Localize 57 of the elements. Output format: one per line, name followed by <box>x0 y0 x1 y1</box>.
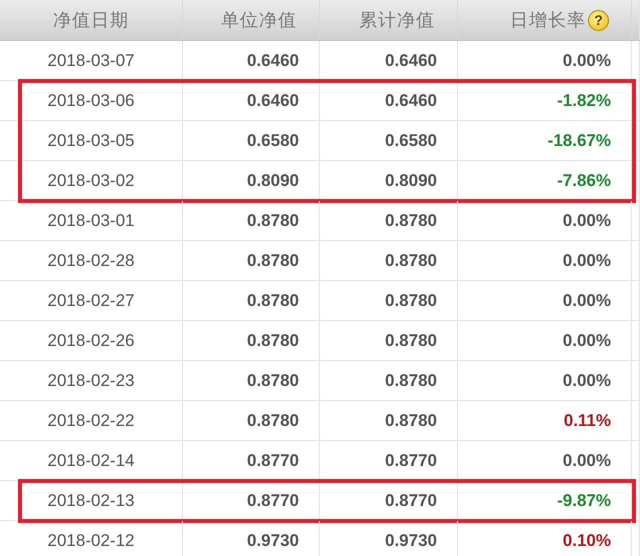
table-cell: 0.8780 <box>385 210 437 230</box>
table-cell: 0.8780 <box>385 370 437 390</box>
table-cell: 2018-03-06 <box>48 90 134 110</box>
table-cell: 0.8780 <box>385 290 437 310</box>
table-cell: 0.8780 <box>385 410 437 430</box>
table-cell: 2018-02-22 <box>48 410 134 430</box>
table-cell: 0.00% <box>562 450 611 470</box>
table-cell: 0.8780 <box>247 250 299 270</box>
table-cell: 0.00% <box>562 250 611 270</box>
table-cell: 2018-02-13 <box>48 490 134 510</box>
table-cell: 0.6460 <box>247 90 299 110</box>
column-header[interactable]: 累计净值 <box>359 8 435 32</box>
table-cell: 0.9730 <box>247 530 299 550</box>
table-cell: 0.8780 <box>385 330 437 350</box>
table-cell: 0.8780 <box>247 330 299 350</box>
table-cell: 0.6460 <box>385 90 437 110</box>
table-cell: 0.00% <box>562 330 611 350</box>
table-cell: 0.6580 <box>247 130 299 150</box>
table-cell: 0.8780 <box>247 210 299 230</box>
column-header[interactable]: 日增长率 <box>510 8 586 32</box>
table-cell: 2018-03-05 <box>48 130 134 150</box>
table-cell: 2018-02-26 <box>48 330 134 350</box>
table-cell: 2018-03-02 <box>48 170 134 190</box>
table-cell: 0.8770 <box>385 450 437 470</box>
table-cell: 0.8090 <box>247 170 299 190</box>
table-cell: 0.10% <box>562 530 611 550</box>
table-cell: 0.00% <box>562 50 611 70</box>
table-cell: 0.00% <box>562 210 611 230</box>
table-cell: -1.82% <box>557 90 611 110</box>
table-cell: 2018-02-12 <box>48 530 134 550</box>
table-cell: 0.00% <box>562 290 611 310</box>
table-cell: 0.8780 <box>247 410 299 430</box>
table-cell: 0.9730 <box>385 530 437 550</box>
table-cell: 0.00% <box>562 370 611 390</box>
column-header[interactable]: 单位净值 <box>221 8 297 32</box>
table-cell: 0.11% <box>564 410 611 430</box>
table-cell: 0.8770 <box>385 490 437 510</box>
column-header[interactable]: 净值日期 <box>53 8 129 32</box>
help-icon[interactable]: ? <box>588 10 609 30</box>
table-cell: 2018-03-07 <box>48 50 134 70</box>
table-cell: 0.8090 <box>385 170 437 190</box>
table-cell: -7.86% <box>557 170 611 190</box>
table-cell: -9.87% <box>557 490 611 510</box>
table-cell: 2018-03-01 <box>48 210 134 230</box>
table-cell: 2018-02-28 <box>48 250 134 270</box>
table-cell: 2018-02-27 <box>48 290 134 310</box>
table-cell: 0.6460 <box>385 50 437 70</box>
table-cell: 0.8780 <box>247 370 299 390</box>
table-cell: 2018-02-23 <box>48 370 134 390</box>
table-cell: 0.6460 <box>247 50 299 70</box>
table-cell: 0.6580 <box>385 130 437 150</box>
table-cell: 0.8770 <box>247 450 299 470</box>
table-cell: 0.8780 <box>385 250 437 270</box>
table-cell: 2018-02-14 <box>48 450 134 470</box>
table-cell: 0.8780 <box>247 290 299 310</box>
table-cell: 0.8770 <box>247 490 299 510</box>
table-cell: -18.67% <box>548 130 611 150</box>
